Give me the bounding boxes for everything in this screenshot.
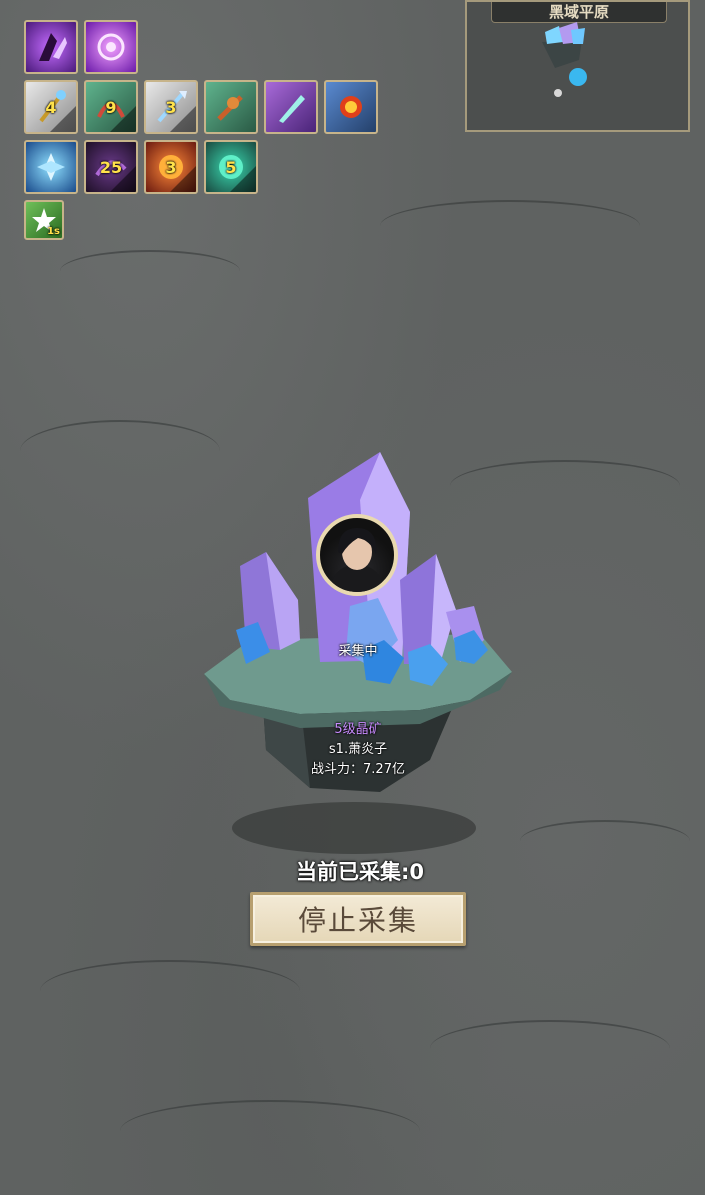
mine-level: 5级晶矿	[334, 722, 382, 737]
owner-power: 战斗力：7.27亿	[311, 762, 405, 777]
gather-status: 采集中	[338, 644, 378, 659]
owner-name: s1.萧炎子	[328, 742, 388, 757]
gathered-count: 当前已采集:0	[295, 860, 424, 884]
player-avatar[interactable]	[316, 514, 398, 596]
crystal-mine[interactable]	[0, 0, 705, 1195]
stop-gather-button[interactable]: 停止采集	[250, 892, 466, 946]
